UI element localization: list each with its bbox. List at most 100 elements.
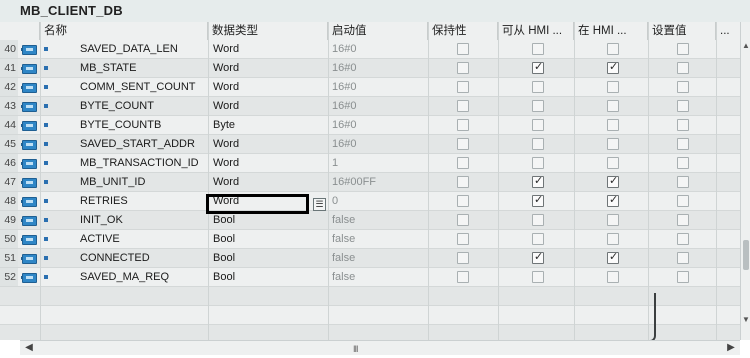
hmi-visible-checkbox[interactable] xyxy=(607,100,619,112)
hmi-access-checkbox[interactable] xyxy=(532,214,544,226)
header-type[interactable]: 数据类型 xyxy=(208,22,328,40)
member-name[interactable]: MB_STATE xyxy=(80,59,206,77)
member-name[interactable]: MB_TRANSACTION_ID xyxy=(80,154,206,172)
member-name[interactable]: BYTE_COUNT xyxy=(80,97,206,115)
member-type[interactable]: Byte xyxy=(213,116,308,134)
member-start-value[interactable]: 16#0 xyxy=(332,116,427,134)
member-type[interactable]: Word xyxy=(213,97,308,115)
hmi-visible-checkbox[interactable] xyxy=(607,233,619,245)
member-start-value[interactable]: 16#0 xyxy=(332,78,427,96)
hmi-visible-checkbox[interactable] xyxy=(607,119,619,131)
retain-checkbox[interactable] xyxy=(457,138,469,150)
header-name[interactable]: 名称 xyxy=(40,22,208,40)
member-name[interactable]: SAVED_START_ADDR xyxy=(80,135,206,153)
table-row[interactable]: 41 MB_STATE Word 16#0 ✓ ✓ xyxy=(0,59,740,78)
hmi-access-checkbox[interactable] xyxy=(532,81,544,93)
member-start-value[interactable]: 16#0 xyxy=(332,59,427,77)
header-hmi-visible[interactable]: 在 HMI ... xyxy=(574,22,648,40)
hmi-access-checkbox[interactable] xyxy=(532,271,544,283)
scroll-grip[interactable]: III xyxy=(353,344,358,354)
table-row[interactable]: 44 BYTE_COUNTB Byte 16#0 xyxy=(0,116,740,135)
table-row[interactable]: 40 SAVED_DATA_LEN Word 16#0 xyxy=(0,40,740,59)
table-row[interactable]: 52 SAVED_MA_REQ Bool false xyxy=(0,268,740,287)
member-type[interactable]: Bool xyxy=(213,230,308,248)
hmi-visible-checkbox[interactable]: ✓ xyxy=(607,194,619,207)
retain-checkbox[interactable] xyxy=(457,100,469,112)
header-start[interactable]: 启动值 xyxy=(328,22,428,40)
retain-checkbox[interactable] xyxy=(457,233,469,245)
setpoint-checkbox[interactable] xyxy=(677,62,689,74)
member-start-value[interactable]: false xyxy=(332,268,427,286)
member-name[interactable]: CONNECTED xyxy=(80,249,206,267)
member-type[interactable]: Word xyxy=(213,40,308,58)
header-retain[interactable]: 保持性 xyxy=(428,22,498,40)
hmi-visible-checkbox[interactable]: ✓ xyxy=(607,251,619,264)
hmi-access-checkbox[interactable] xyxy=(532,119,544,131)
member-start-value[interactable]: false xyxy=(332,211,427,229)
scroll-up-icon[interactable]: ▲ xyxy=(742,42,750,50)
hmi-access-checkbox[interactable] xyxy=(532,233,544,245)
setpoint-checkbox[interactable] xyxy=(677,100,689,112)
member-start-value[interactable]: false xyxy=(332,230,427,248)
member-name[interactable]: COMM_SENT_COUNT xyxy=(80,78,206,96)
list-picker-icon[interactable]: ☰ xyxy=(313,198,326,211)
hmi-access-checkbox[interactable] xyxy=(532,43,544,55)
member-type[interactable]: Word xyxy=(213,173,308,191)
hmi-access-checkbox[interactable] xyxy=(532,100,544,112)
retain-checkbox[interactable] xyxy=(457,43,469,55)
member-name[interactable]: BYTE_COUNTB xyxy=(80,116,206,134)
table-row[interactable]: 42 COMM_SENT_COUNT Word 16#0 xyxy=(0,78,740,97)
setpoint-checkbox[interactable] xyxy=(677,271,689,283)
member-start-value[interactable]: 16#0 xyxy=(332,97,427,115)
setpoint-checkbox[interactable] xyxy=(677,119,689,131)
member-start-value[interactable]: 16#00FF xyxy=(332,173,427,191)
member-start-value[interactable]: 1 xyxy=(332,154,427,172)
retain-checkbox[interactable] xyxy=(457,195,469,207)
scroll-left-icon[interactable]: ◀ xyxy=(24,342,34,354)
hmi-visible-checkbox[interactable] xyxy=(607,138,619,150)
member-type[interactable]: Word xyxy=(213,154,308,172)
hmi-visible-checkbox[interactable] xyxy=(607,271,619,283)
setpoint-checkbox[interactable] xyxy=(677,157,689,169)
retain-checkbox[interactable] xyxy=(457,157,469,169)
hmi-access-checkbox[interactable]: ✓ xyxy=(532,61,544,74)
setpoint-checkbox[interactable] xyxy=(677,214,689,226)
member-name[interactable]: INIT_OK xyxy=(80,211,206,229)
member-name[interactable]: MB_UNIT_ID xyxy=(80,173,206,191)
setpoint-checkbox[interactable] xyxy=(677,233,689,245)
header-more[interactable]: ... xyxy=(716,22,740,40)
member-type[interactable]: Word xyxy=(213,135,308,153)
table-row[interactable]: 49 INIT_OK Bool false xyxy=(0,211,740,230)
hmi-visible-checkbox[interactable]: ✓ xyxy=(607,175,619,188)
scroll-right-icon[interactable]: ▶ xyxy=(726,342,736,354)
retain-checkbox[interactable] xyxy=(457,119,469,131)
hmi-access-checkbox[interactable]: ✓ xyxy=(532,251,544,264)
hmi-visible-checkbox[interactable] xyxy=(607,214,619,226)
hmi-visible-checkbox[interactable] xyxy=(607,43,619,55)
member-name[interactable]: SAVED_DATA_LEN xyxy=(80,40,206,58)
setpoint-checkbox[interactable] xyxy=(677,81,689,93)
retain-checkbox[interactable] xyxy=(457,62,469,74)
retain-checkbox[interactable] xyxy=(457,81,469,93)
retain-checkbox[interactable] xyxy=(457,176,469,188)
setpoint-checkbox[interactable] xyxy=(677,252,689,264)
table-row[interactable]: 46 MB_TRANSACTION_ID Word 1 xyxy=(0,154,740,173)
member-start-value[interactable]: false xyxy=(332,249,427,267)
hmi-access-checkbox[interactable]: ✓ xyxy=(532,194,544,207)
hmi-access-checkbox[interactable] xyxy=(532,138,544,150)
horizontal-scrollbar[interactable]: ◀ III ▶ xyxy=(20,340,740,355)
hmi-visible-checkbox[interactable] xyxy=(607,157,619,169)
retain-checkbox[interactable] xyxy=(457,252,469,264)
setpoint-checkbox[interactable] xyxy=(677,43,689,55)
setpoint-checkbox[interactable] xyxy=(677,176,689,188)
hmi-access-checkbox[interactable]: ✓ xyxy=(532,175,544,188)
member-type[interactable]: Bool xyxy=(213,268,308,286)
member-type[interactable]: Bool xyxy=(213,249,308,267)
vertical-scroll-thumb[interactable] xyxy=(743,240,749,270)
retain-checkbox[interactable] xyxy=(457,214,469,226)
table-row[interactable]: 51 CONNECTED Bool false ✓ ✓ xyxy=(0,249,740,268)
member-type[interactable]: Word xyxy=(213,78,308,96)
member-type[interactable]: Word xyxy=(213,59,308,77)
setpoint-checkbox[interactable] xyxy=(677,195,689,207)
table-row[interactable]: 45 SAVED_START_ADDR Word 16#0 xyxy=(0,135,740,154)
